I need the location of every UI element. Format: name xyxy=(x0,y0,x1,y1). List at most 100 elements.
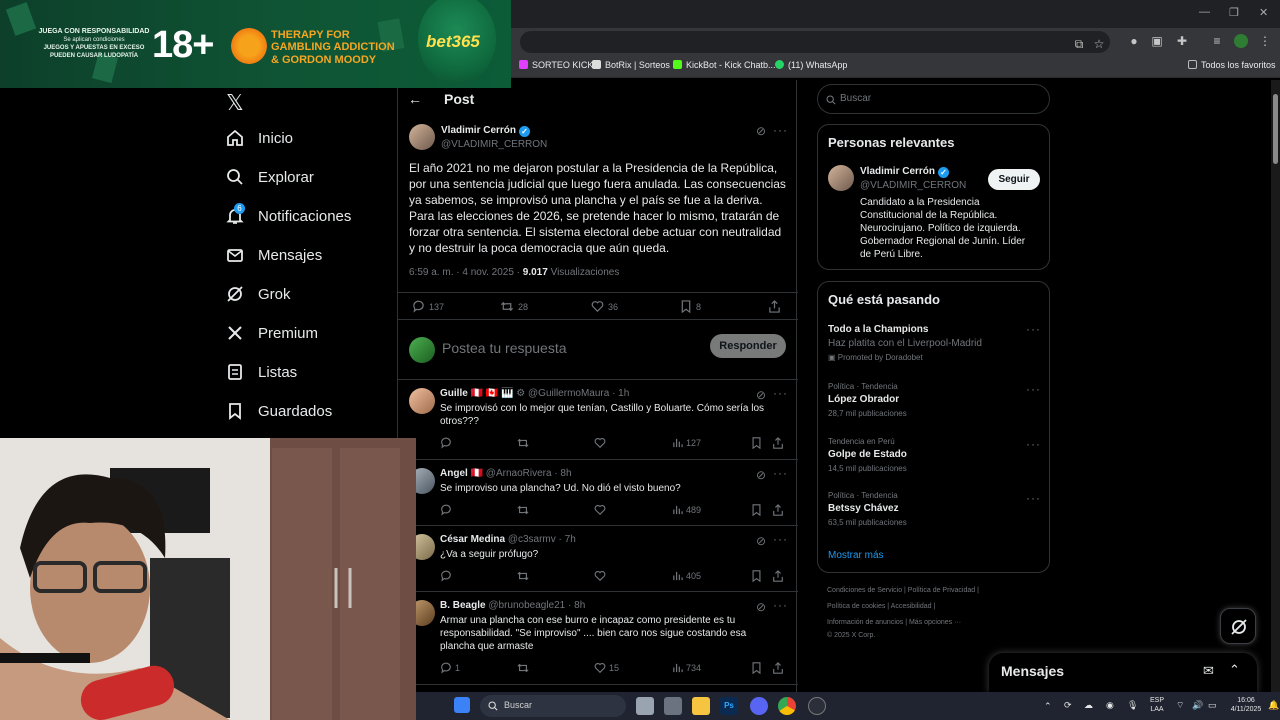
notification-bell-icon[interactable]: 🔔 xyxy=(1268,701,1279,710)
more-options-icon[interactable]: ··· xyxy=(1026,322,1041,336)
more-options-icon[interactable]: ··· xyxy=(773,598,788,612)
bookmark-whatsapp[interactable]: (11) WhatsApp xyxy=(775,60,847,70)
install-app-icon[interactable]: ⧉ xyxy=(1072,37,1086,51)
trend-item[interactable]: Política · Tendencia Betssy Chávez 63,5 … xyxy=(828,491,1038,527)
bookmark-icon[interactable] xyxy=(751,437,765,449)
reply-avatar[interactable] xyxy=(409,388,435,414)
promoted-trend[interactable]: Todo a la Champions Haz platita con el L… xyxy=(828,324,1038,362)
heart-icon[interactable] xyxy=(594,437,609,449)
language-indicator[interactable]: ESP LAA xyxy=(1147,696,1167,714)
reply-action[interactable]: 1 xyxy=(440,662,460,674)
repost-action[interactable]: 28 xyxy=(500,300,528,313)
wifi-icon[interactable]: ⌔ xyxy=(1176,701,1184,710)
bookmark-action[interactable]: 8 xyxy=(680,300,701,313)
author-handle[interactable]: @VLADIMIR_CERRON xyxy=(441,139,547,150)
person-handle[interactable]: @VLADIMIR_CERRON xyxy=(860,180,966,191)
search-input[interactable]: Buscar xyxy=(817,84,1050,114)
more-options-icon[interactable]: ··· xyxy=(773,386,788,400)
windows-start-icon[interactable] xyxy=(454,697,470,713)
repost-icon[interactable] xyxy=(517,570,532,582)
views-action[interactable]: 734 xyxy=(672,662,701,673)
reply-author[interactable]: Angel 🇵🇪 @ArnaoRivera · 8h xyxy=(440,468,572,479)
more-options-icon[interactable]: ··· xyxy=(773,466,788,480)
person-name[interactable]: Vladimir Cerrón ✓ xyxy=(860,166,950,178)
all-bookmarks[interactable]: Todos los favoritos xyxy=(1188,60,1276,70)
menu-kebab-icon[interactable]: ⋮ xyxy=(1258,34,1272,48)
repost-icon[interactable] xyxy=(517,504,532,516)
nav-premium[interactable]: Premium xyxy=(226,321,318,345)
share-icon[interactable] xyxy=(772,437,787,449)
reply-item[interactable]: César Medina @c3sarmv · 7h ⊘ ··· ¿Va a s… xyxy=(398,526,798,592)
volume-icon[interactable]: 🔊 xyxy=(1192,701,1203,710)
nav-messages[interactable]: Mensajes xyxy=(226,243,322,267)
grok-explain-icon[interactable]: ⊘ xyxy=(756,388,767,402)
microphone-icon[interactable]: 🎙 xyxy=(1127,701,1138,710)
bookmark-icon[interactable] xyxy=(751,504,765,516)
follow-button[interactable]: Seguir xyxy=(988,169,1040,190)
author-name[interactable]: Vladimir Cerrón ✓ xyxy=(441,125,531,137)
file-explorer-icon[interactable] xyxy=(692,697,710,715)
scroll-thumb[interactable] xyxy=(1273,94,1278,164)
views-action[interactable]: 489 xyxy=(672,504,701,515)
like-action[interactable]: 36 xyxy=(591,300,618,313)
nav-grok[interactable]: Grok xyxy=(226,282,291,306)
nav-home[interactable]: Inicio xyxy=(226,126,293,150)
reply-icon[interactable] xyxy=(440,504,455,516)
repost-icon[interactable] xyxy=(517,437,532,449)
footer-links[interactable]: Política de cookies | Accesibilidad | xyxy=(827,603,1027,610)
trend-item[interactable]: Política · Tendencia López Obrador 28,7 … xyxy=(828,382,1038,418)
reply-item[interactable]: Guille 🇵🇪 🇨🇦 🎹 ⚙ @GuillermoMaura · 1h ⊘ … xyxy=(398,380,798,460)
photoshop-icon[interactable]: Ps xyxy=(720,697,738,715)
nav-bookmarks[interactable]: Guardados xyxy=(226,399,332,423)
more-options-icon[interactable]: ··· xyxy=(1026,437,1041,451)
profile-avatar[interactable] xyxy=(1234,34,1248,48)
more-options-icon[interactable]: ··· xyxy=(773,123,788,137)
onedrive-icon[interactable]: ☁ xyxy=(1084,701,1093,710)
media-icon[interactable]: ≡ xyxy=(1210,34,1224,48)
like-action[interactable]: 15 xyxy=(594,662,619,674)
discord-icon[interactable] xyxy=(750,697,768,715)
clock[interactable]: 16:06 4/11/2025 xyxy=(1226,696,1266,714)
tray-icon[interactable]: ◉ xyxy=(1106,701,1114,710)
grok-explain-icon[interactable]: ⊘ xyxy=(756,534,767,548)
views-action[interactable]: 127 xyxy=(672,437,701,448)
obs-icon[interactable] xyxy=(808,697,826,715)
bookmark-icon[interactable] xyxy=(751,570,765,582)
reply-icon[interactable] xyxy=(440,570,455,582)
battery-icon[interactable]: ▭ xyxy=(1208,701,1217,710)
reply-author[interactable]: César Medina @c3sarmv · 7h xyxy=(440,534,576,545)
star-icon[interactable]: ☆ xyxy=(1092,37,1106,51)
reply-input[interactable]: Postea tu respuesta xyxy=(442,340,567,356)
bookmark-kickbot[interactable]: KickBot - Kick Chatb... xyxy=(673,60,776,70)
reply-button[interactable]: Responder xyxy=(710,334,786,358)
share-icon[interactable] xyxy=(772,504,787,516)
more-options-icon[interactable]: ··· xyxy=(1026,382,1041,396)
scrollbar[interactable] xyxy=(1271,80,1280,692)
tray-chevron-icon[interactable]: ⌃ xyxy=(1044,702,1052,711)
trend-item[interactable]: Tendencia en Perú Golpe de Estado 14,5 m… xyxy=(828,437,1038,473)
share-icon[interactable] xyxy=(772,570,787,582)
reply-item[interactable]: Angel 🇵🇪 @ArnaoRivera · 8h ⊘ ··· Se impr… xyxy=(398,460,798,526)
footer-links[interactable]: Condiciones de Servicio | Política de Pr… xyxy=(827,587,1027,594)
bookmark-botrix[interactable]: BotRix | Sorteos xyxy=(592,60,670,70)
more-options-icon[interactable]: ··· xyxy=(773,532,788,546)
nav-lists[interactable]: Listas xyxy=(226,360,297,384)
taskbar-search[interactable]: Buscar xyxy=(480,695,626,717)
address-bar[interactable]: ⧉ ☆ xyxy=(520,31,1110,53)
task-view-icon[interactable] xyxy=(636,697,654,715)
puzzle-icon[interactable]: ✚ xyxy=(1175,34,1189,48)
close-icon[interactable]: ✕ xyxy=(1259,6,1268,19)
person-avatar[interactable] xyxy=(828,165,854,191)
nav-notifications[interactable]: 6 Notificaciones xyxy=(226,203,351,228)
back-arrow-icon[interactable]: ← xyxy=(408,91,422,107)
share-action[interactable] xyxy=(768,300,785,313)
tray-icon[interactable]: ⟳ xyxy=(1064,701,1072,710)
extension-icon[interactable]: ● xyxy=(1127,34,1141,48)
author-avatar[interactable] xyxy=(409,124,435,150)
reply-icon[interactable] xyxy=(440,437,455,449)
reply-item[interactable]: B. Beagle @brunobeagle21 · 8h ⊘ ··· Arma… xyxy=(398,592,798,685)
more-options-icon[interactable]: ··· xyxy=(1026,491,1041,505)
restore-icon[interactable]: ❐ xyxy=(1229,6,1239,19)
heart-icon[interactable] xyxy=(594,504,609,516)
bookmark-sorteo-kick[interactable]: SORTEO KICK xyxy=(519,60,593,70)
